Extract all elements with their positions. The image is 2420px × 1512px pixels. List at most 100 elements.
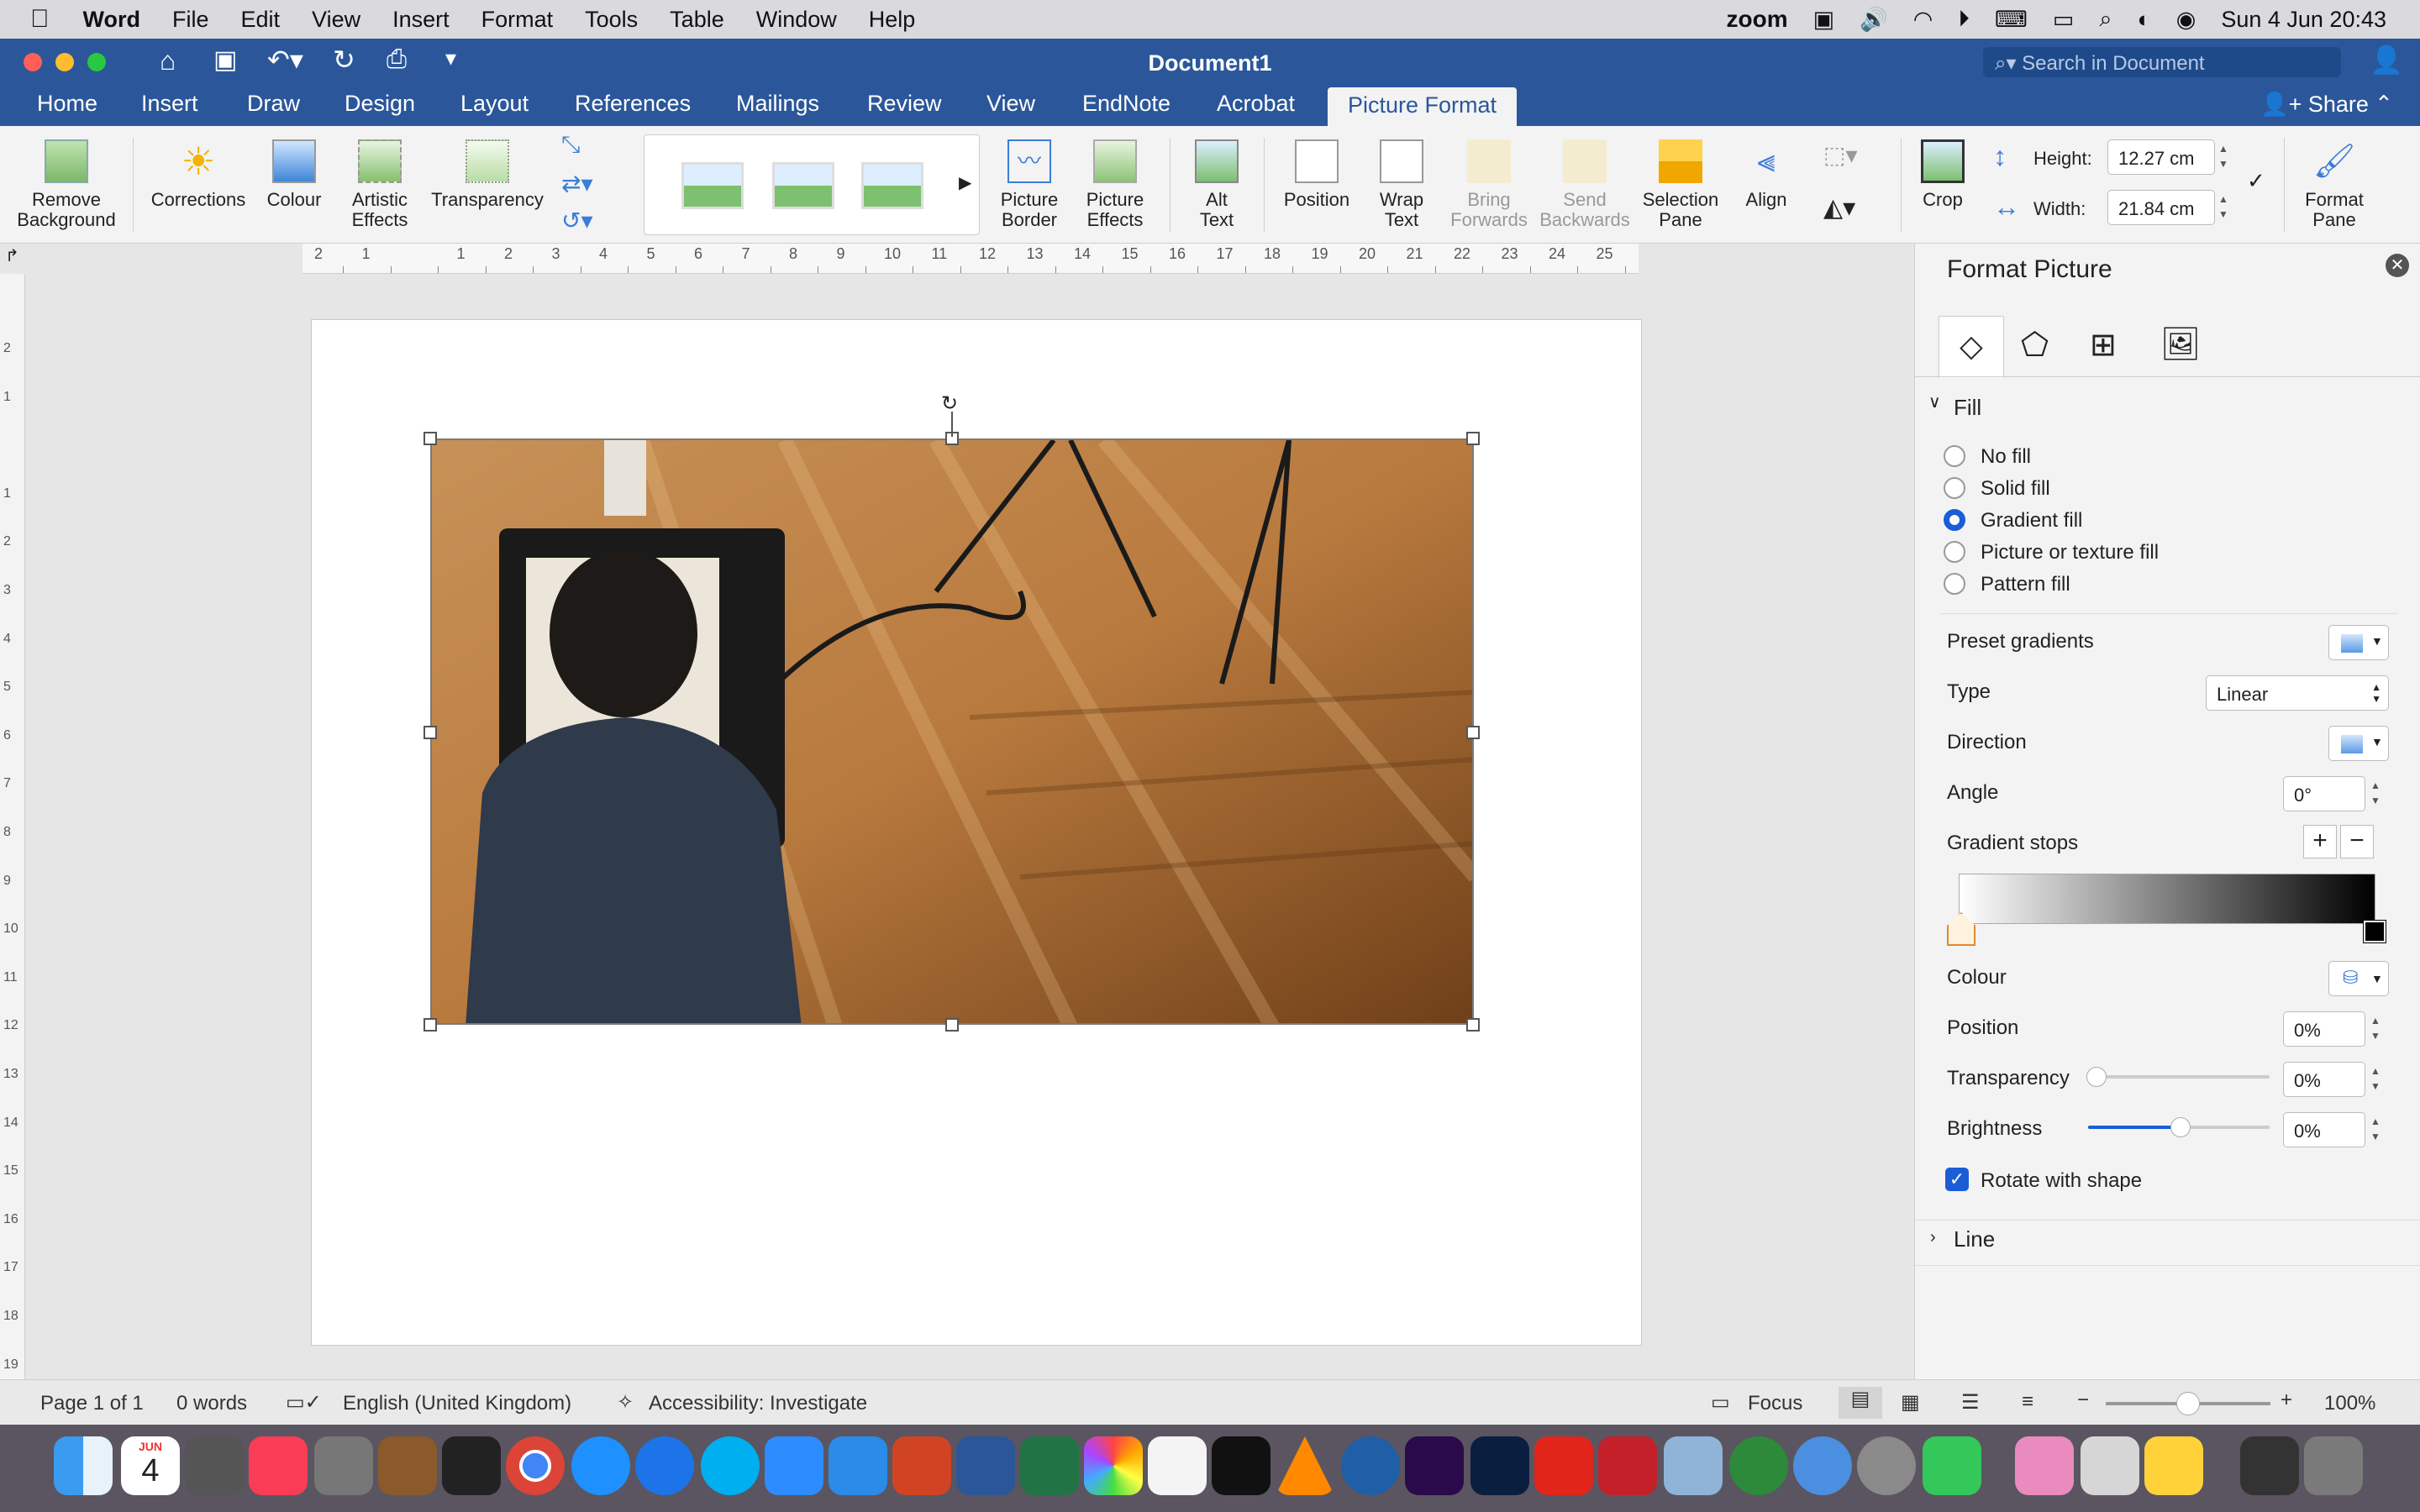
- translator-icon[interactable]: [635, 1436, 694, 1495]
- calendar-icon[interactable]: JUN 4: [121, 1436, 180, 1495]
- acrobat-icon[interactable]: [1534, 1436, 1593, 1495]
- photos-icon[interactable]: [1084, 1436, 1143, 1495]
- rotate-with-shape-checkbox[interactable]: ✓: [1945, 1168, 1969, 1191]
- word-count[interactable]: 0 words: [176, 1392, 247, 1415]
- menu-window[interactable]: Window: [756, 7, 837, 33]
- preview-icon[interactable]: [1664, 1436, 1723, 1495]
- language[interactable]: English (United Kingdom): [343, 1392, 571, 1415]
- selection-pane-button[interactable]: Selection Pane: [1639, 139, 1723, 230]
- safari-icon[interactable]: [571, 1436, 630, 1495]
- spotlight-icon[interactable]: ⌕: [2099, 6, 2112, 33]
- picture-tab-icon[interactable]: 🖼: [2160, 326, 2201, 363]
- wifi-icon[interactable]: ◠: [1913, 7, 1933, 33]
- colour-button[interactable]: Colour: [255, 139, 333, 210]
- lock-aspect-checkbox[interactable]: ✓: [2247, 168, 2265, 194]
- reset-picture-icon[interactable]: ↺▾: [561, 207, 593, 234]
- photoshop-icon[interactable]: [1470, 1436, 1529, 1495]
- resize-handle-ne[interactable]: [1466, 432, 1480, 445]
- close-pane-icon[interactable]: ✕: [2386, 254, 2409, 277]
- music-icon[interactable]: [249, 1436, 308, 1495]
- share-button[interactable]: 👤+ Share: [2260, 91, 2369, 118]
- play-icon[interactable]: ⏵: [1958, 6, 1970, 33]
- menu-tools[interactable]: Tools: [585, 7, 638, 33]
- redo-icon[interactable]: ↻: [333, 44, 355, 76]
- add-stop-button[interactable]: +: [2303, 825, 2337, 858]
- send-backwards-button[interactable]: Send Backwards: [1538, 139, 1632, 230]
- control-center-icon[interactable]: ◐: [2137, 7, 2150, 33]
- resize-handle-nw[interactable]: [424, 432, 437, 445]
- system-settings-icon[interactable]: [1857, 1436, 1916, 1495]
- tab-view[interactable]: View: [986, 91, 1035, 117]
- account-icon[interactable]: 👤: [2370, 44, 2403, 76]
- launchpad-icon[interactable]: [314, 1436, 373, 1495]
- artistic-effects-button[interactable]: Artistic Effects: [339, 139, 420, 230]
- colour-dropdown[interactable]: ⛁ ▼: [2328, 961, 2389, 996]
- picture-texture-fill-radio[interactable]: [1944, 541, 1965, 563]
- finder-icon[interactable]: [54, 1436, 113, 1495]
- corrections-button[interactable]: ☀ Corrections: [145, 139, 252, 210]
- crop-button[interactable]: Crop: [1907, 139, 1978, 210]
- messages-icon[interactable]: [1923, 1436, 1981, 1495]
- volume-icon[interactable]: 🔊: [1860, 6, 1888, 33]
- tab-layout[interactable]: Layout: [460, 91, 529, 117]
- effects-tab-icon[interactable]: ⬠: [2021, 326, 2049, 364]
- undo-icon[interactable]: ↶▾: [267, 44, 303, 76]
- menu-help[interactable]: Help: [869, 7, 916, 33]
- minimize-window-button[interactable]: [55, 53, 74, 71]
- customize-toolbar-icon[interactable]: ▾: [445, 45, 456, 71]
- battery-icon[interactable]: ▭: [2053, 7, 2075, 33]
- type-select[interactable]: Linear ▲ ▼: [2206, 675, 2389, 711]
- wrap-text-button[interactable]: Wrap Text: [1366, 139, 1437, 230]
- zoom-app-icon[interactable]: [765, 1436, 823, 1495]
- no-fill-radio[interactable]: [1944, 445, 1965, 467]
- tab-home[interactable]: Home: [37, 91, 97, 117]
- fill-section-header[interactable]: Fill: [1954, 395, 1981, 421]
- resize-handle-sw[interactable]: [424, 1018, 437, 1032]
- tab-design[interactable]: Design: [345, 91, 415, 117]
- powerpoint-icon[interactable]: [892, 1436, 951, 1495]
- outline-icon[interactable]: ☰: [1961, 1390, 1980, 1415]
- transparency-slider-track[interactable]: [2093, 1075, 2270, 1079]
- tab-draw[interactable]: Draw: [247, 91, 300, 117]
- proofing-icon[interactable]: ▭✓: [286, 1390, 322, 1415]
- angle-input[interactable]: 0°: [2283, 776, 2365, 811]
- remove-stop-button[interactable]: −: [2340, 825, 2374, 858]
- archive-icon[interactable]: [1793, 1436, 1852, 1495]
- siri-icon[interactable]: ◉: [2176, 7, 2196, 33]
- quicktime-icon[interactable]: [1341, 1436, 1400, 1495]
- zoom-out-icon[interactable]: −: [2077, 1389, 2089, 1412]
- rotate-icon[interactable]: ◭▾: [1823, 193, 1855, 223]
- downloads-folder-icon[interactable]: [2015, 1436, 2074, 1495]
- apple-icon[interactable]: : [30, 5, 50, 34]
- textedit-icon[interactable]: [1148, 1436, 1207, 1495]
- zoom-window-button[interactable]: [87, 53, 106, 71]
- tab-endnote[interactable]: EndNote: [1082, 91, 1171, 117]
- printer-icon[interactable]: [2081, 1436, 2139, 1495]
- zoom-slider-thumb[interactable]: [2176, 1392, 2200, 1415]
- stack-icon[interactable]: [2240, 1436, 2299, 1495]
- remove-background-button[interactable]: Remove Background: [12, 139, 121, 230]
- zoom-percent[interactable]: 100%: [2324, 1392, 2375, 1415]
- collapse-ribbon-icon[interactable]: ⌃: [2375, 91, 2393, 117]
- horizontal-ruler[interactable]: 2 1 1 2 3 4 5 6 7 8 9 10 11 12 13 14 15 16 17 18 19 20 21 22 23 2…: [302, 244, 1639, 274]
- rotate-handle-icon[interactable]: ↻: [941, 391, 958, 416]
- menu-insert[interactable]: Insert: [392, 7, 450, 33]
- tab-references[interactable]: References: [575, 91, 691, 117]
- menu-view[interactable]: View: [312, 7, 360, 33]
- app-menu[interactable]: Word: [83, 7, 141, 33]
- picture-effects-button[interactable]: Picture Effects: [1079, 139, 1151, 230]
- zoom-status[interactable]: zoom: [1727, 6, 1788, 33]
- apple-tv-icon[interactable]: [1212, 1436, 1270, 1495]
- pattern-fill-radio[interactable]: [1944, 573, 1965, 595]
- angle-stepper[interactable]: ▲ ▼: [2367, 778, 2384, 808]
- gradient-fill-radio[interactable]: [1944, 509, 1965, 531]
- voice-memos-icon[interactable]: [442, 1436, 501, 1495]
- menu-format[interactable]: Format: [481, 7, 554, 33]
- keyboard-icon[interactable]: ⌨: [1995, 7, 2028, 33]
- line-section-header[interactable]: Line: [1954, 1226, 1995, 1252]
- tab-mailings[interactable]: Mailings: [736, 91, 819, 117]
- trash-icon[interactable]: [2304, 1436, 2363, 1495]
- selected-picture[interactable]: [430, 438, 1474, 1025]
- position-input[interactable]: 0%: [2283, 1011, 2365, 1047]
- gallery-more-icon[interactable]: ▶: [959, 172, 971, 193]
